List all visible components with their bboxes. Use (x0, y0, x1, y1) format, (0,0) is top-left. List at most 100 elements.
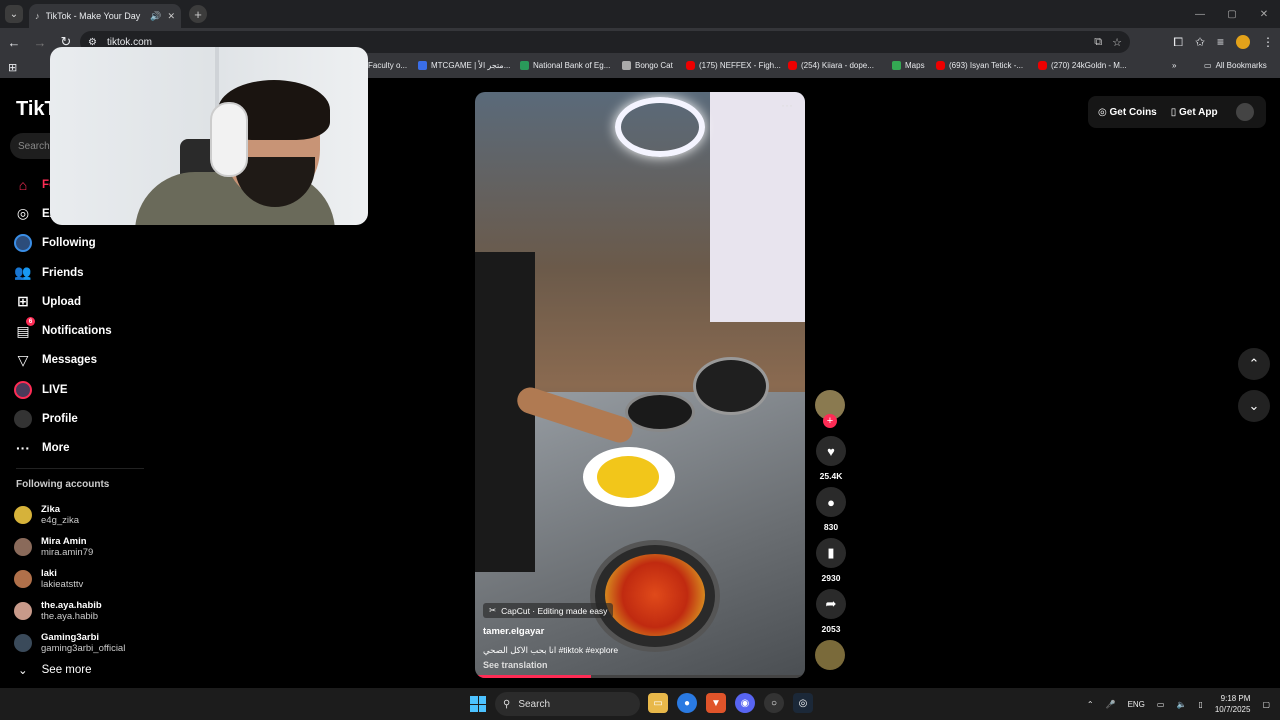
list-item[interactable]: Gaming3arbi gaming3arbi_official (14, 627, 125, 659)
youtube-icon (686, 61, 695, 70)
chevron-up-icon[interactable]: ⌃ (1087, 700, 1094, 709)
save-count: 2930 (821, 573, 841, 583)
battery-icon[interactable]: ▯ (1198, 700, 1202, 709)
get-coins-button[interactable]: ◎ Get Coins (1098, 107, 1157, 118)
video-progress-bar[interactable] (475, 675, 805, 678)
list-item[interactable]: laki lakieatsttv (14, 563, 125, 595)
bookmark-item[interactable]: (175) NEFFEX - Figh... (686, 61, 781, 70)
capcut-icon: ✂ (489, 605, 497, 615)
all-bookmarks[interactable]: ▭ All Bookmarks (1204, 61, 1267, 70)
search-placeholder: Search (18, 140, 50, 152)
get-app-button[interactable]: ▯ Get App (1171, 107, 1218, 118)
forward-button[interactable]: → (28, 30, 52, 54)
creator-avatar[interactable]: + (815, 390, 845, 428)
network-icon[interactable]: ▭ (1157, 700, 1165, 709)
extensions-icon[interactable]: ⧠ (1173, 35, 1183, 50)
taskbar-search[interactable]: ⚲ Search (495, 692, 640, 716)
back-button[interactable]: ← (2, 30, 26, 54)
bookmark-item[interactable]: (254) Kiiara - dope... (788, 61, 874, 70)
list-item[interactable]: the.aya.habib the.aya.habib (14, 595, 125, 627)
close-tab-icon[interactable]: ✕ (167, 11, 175, 22)
nav-friends[interactable]: 👥 Friends (14, 258, 112, 287)
follow-plus-icon[interactable]: + (823, 414, 837, 428)
home-icon: ⌂ (18, 176, 28, 193)
next-video-button[interactable]: ⌄ (1238, 390, 1270, 422)
microphone-icon[interactable]: 🎤 (1106, 700, 1116, 709)
like-action[interactable]: ♥ 25.4K (815, 436, 847, 481)
nav-upload[interactable]: ⊞ Upload (14, 287, 112, 316)
close-window-button[interactable]: ✕ (1248, 0, 1280, 28)
steam-icon[interactable]: ◎ (793, 693, 813, 713)
bookmark-item[interactable]: MTCGAME | متجر الأ... (418, 61, 510, 70)
window-controls: — ▢ ✕ (1184, 0, 1280, 28)
reading-list-icon[interactable]: ≡ (1217, 35, 1224, 49)
bookmark-icon[interactable]: ▮ (816, 538, 846, 568)
brave-icon[interactable]: ▼ (706, 693, 726, 713)
bookmark-star-icon[interactable]: ☆ (1112, 36, 1122, 49)
list-item[interactable]: Mira Amin mira.amin79 (14, 531, 125, 563)
volume-icon[interactable]: 🔈 (1176, 700, 1186, 709)
nav-notifications[interactable]: ▤ 6 Notifications (14, 316, 112, 345)
video-player[interactable]: ··· ✂ CapCut · Editing made easy tamer.el… (475, 92, 805, 678)
video-progress-fill (475, 675, 591, 678)
headphones-icon (210, 102, 248, 177)
bookmark-item[interactable]: (270) 24kGoldn - M... (1038, 61, 1127, 70)
comment-icon[interactable]: ● (816, 487, 846, 517)
bookmark-item[interactable]: Faculty o... (368, 61, 407, 70)
profile-icon (14, 410, 32, 429)
more-options-icon[interactable]: ··· (781, 98, 793, 112)
apps-icon[interactable]: ⊞ (8, 61, 17, 74)
video-description: انا بحب الاكل الصحي #tiktok #explore (483, 645, 619, 655)
site-info-icon[interactable]: ⚙ (88, 37, 97, 48)
bookmark-favicon-icon (520, 61, 529, 70)
share-action[interactable]: ➦ 2053 (815, 589, 847, 634)
heart-icon[interactable]: ♥ (816, 436, 846, 466)
search-icon: ⚲ (503, 698, 511, 710)
github-icon[interactable]: ○ (764, 693, 784, 713)
share-icon[interactable]: ➦ (816, 589, 846, 619)
taskbar: ⚲ Search ▭ ● ▼ ◉ ○ ◎ ⌃ 🎤 ENG ▭ 🔈 ▯ 9:18 P… (0, 688, 1280, 720)
bookmark-item[interactable]: National Bank of Eg... (520, 61, 610, 70)
list-item[interactable]: Zika e4g_zika (14, 499, 125, 531)
maximize-button[interactable]: ▢ (1216, 0, 1248, 28)
file-explorer-icon[interactable]: ▭ (648, 693, 668, 713)
tab-search-button[interactable]: ⌄ (5, 5, 23, 23)
nav-profile[interactable]: Profile (14, 404, 112, 433)
minimize-button[interactable]: — (1184, 0, 1216, 28)
clock[interactable]: 9:18 PM 10/7/2025 (1215, 693, 1251, 715)
video-author[interactable]: tamer.elgayar (483, 626, 793, 637)
see-more-button[interactable]: ⌄ See more (18, 663, 92, 677)
save-action[interactable]: ▮ 2930 (815, 538, 847, 583)
bookmark-item[interactable]: Maps (892, 61, 925, 70)
music-disc-icon[interactable] (815, 640, 845, 670)
new-tab-button[interactable]: + (189, 5, 207, 23)
comment-action[interactable]: ● 830 (815, 487, 847, 532)
favorites-icon[interactable]: ✩ (1195, 35, 1205, 49)
menu-icon[interactable]: ⋮ (1262, 35, 1274, 49)
bookmark-item[interactable]: (693) Isyan Tetick -... (936, 61, 1023, 70)
language-indicator[interactable]: ENG (1128, 700, 1145, 709)
video-frame-ring-light (615, 97, 705, 157)
chrome-icon[interactable]: ● (677, 693, 697, 713)
chevron-right-icon[interactable]: » (1172, 61, 1176, 70)
nav-live[interactable]: LIVE (14, 375, 112, 404)
previous-video-button[interactable]: ⌃ (1238, 348, 1270, 380)
browser-tab[interactable]: ♪ TikTok - Make Your Day 🔊 ✕ (29, 4, 181, 28)
see-translation-link[interactable]: See translation (483, 660, 793, 670)
user-avatar[interactable] (1235, 103, 1254, 121)
capcut-tag[interactable]: ✂ CapCut · Editing made easy (483, 603, 614, 618)
nav-following[interactable]: Following (14, 229, 112, 258)
discord-icon[interactable]: ◉ (735, 693, 755, 713)
windows-start-icon[interactable] (470, 696, 486, 712)
live-icon (14, 380, 32, 399)
speaker-icon[interactable]: 🔊 (150, 11, 161, 22)
tab-title: TikTok - Make Your Day (45, 11, 141, 21)
nav-more[interactable]: ··· More (14, 434, 112, 463)
chevron-down-icon: ⌄ (18, 665, 28, 677)
profile-avatar[interactable] (1236, 35, 1250, 49)
webcam-overlay (50, 47, 368, 225)
bookmark-item[interactable]: Bongo Cat (622, 61, 673, 70)
notification-center-icon[interactable]: ▢ (1262, 700, 1270, 709)
install-app-icon[interactable]: ⧉ (1094, 36, 1102, 49)
nav-messages[interactable]: ▽ Messages (14, 346, 112, 375)
